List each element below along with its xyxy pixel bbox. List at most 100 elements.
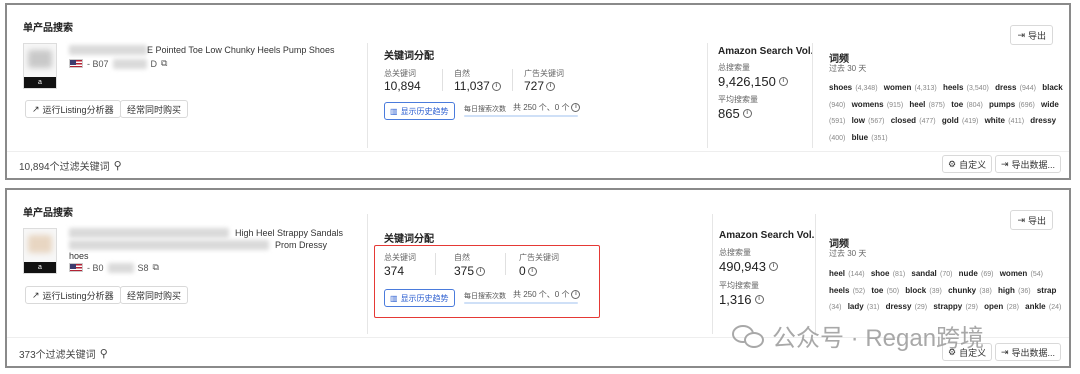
export-button[interactable]: ⇥ 导出 bbox=[1010, 25, 1053, 45]
word-frequency-item: high (36) bbox=[998, 286, 1035, 295]
export-icon: ⇥ bbox=[1001, 346, 1009, 357]
average-search-volume: 865 i bbox=[718, 106, 752, 121]
word-count: (915) bbox=[886, 101, 904, 109]
word-term: gold bbox=[941, 116, 961, 125]
word-term: sandal bbox=[911, 269, 939, 278]
word-frequency-item: heel (875) bbox=[909, 100, 949, 109]
total-keywords-value: 10,894 bbox=[384, 79, 421, 93]
amazon-search-vol-title: Amazon Search Vol. bbox=[718, 46, 814, 57]
average-search-volume: 1,316 i bbox=[719, 292, 764, 307]
word-count: (69) bbox=[981, 271, 994, 278]
word-frequency-item: low (567) bbox=[852, 116, 889, 125]
info-icon[interactable]: i bbox=[778, 77, 788, 86]
word-frequency-item: white (411) bbox=[985, 116, 1029, 125]
info-icon[interactable]: i bbox=[571, 103, 581, 112]
word-frequency-item: chunky (38) bbox=[948, 286, 996, 295]
word-count: (28) bbox=[1006, 304, 1019, 311]
amazon-logo-icon: a bbox=[24, 262, 56, 273]
run-listing-analyzer-button[interactable]: ↗ 运行Listing分析器 bbox=[25, 100, 121, 118]
info-icon[interactable]: i bbox=[476, 266, 486, 276]
product-search-card-2: 单产品搜索 ⇥ 导出 a High Heel Strappy Sandals P… bbox=[5, 188, 1071, 368]
word-count: (411) bbox=[1008, 118, 1025, 125]
info-icon[interactable]: i bbox=[571, 290, 581, 299]
copy-icon[interactable]: ⧉ bbox=[153, 262, 159, 273]
word-term: nude bbox=[958, 269, 981, 278]
word-term: block bbox=[905, 285, 929, 295]
total-search-volume: 490,943 i bbox=[719, 259, 778, 274]
word-frequency-item: sandal (70) bbox=[911, 269, 956, 278]
often-bought-together-button[interactable]: 经常同时购买 bbox=[120, 286, 189, 304]
word-term: shoe bbox=[870, 269, 892, 278]
product-thumbnail[interactable]: a bbox=[23, 228, 57, 274]
ad-keywords-value: 0i bbox=[519, 264, 537, 278]
info-icon[interactable]: i bbox=[546, 81, 556, 91]
export-data-button[interactable]: ⇥ 导出数据... bbox=[995, 155, 1062, 173]
often-bought-together-button[interactable]: 经常同时购买 bbox=[120, 100, 189, 118]
info-icon[interactable]: i bbox=[742, 109, 752, 118]
us-flag-icon bbox=[69, 263, 83, 272]
word-count: (4,313) bbox=[914, 85, 937, 92]
word-term: heels bbox=[829, 285, 852, 295]
export-icon: ⇥ bbox=[1017, 29, 1025, 40]
export-button[interactable]: ⇥ 导出 bbox=[1010, 210, 1053, 230]
word-term: dressy bbox=[1030, 116, 1057, 125]
section-title: 单产品搜索 bbox=[23, 208, 73, 219]
word-frequency-item: women (4,313) bbox=[884, 83, 941, 92]
word-frequency-item: blue (351) bbox=[852, 133, 892, 142]
external-link-icon: ↗ bbox=[32, 289, 40, 300]
word-term: strap bbox=[1036, 285, 1057, 295]
word-frequency-item: women (54) bbox=[1000, 269, 1047, 278]
word-frequency-item: shoe (81) bbox=[871, 269, 909, 278]
word-term: strappy bbox=[933, 302, 965, 311]
word-count: (54) bbox=[1030, 271, 1043, 278]
word-count: (875) bbox=[928, 101, 945, 109]
word-frequency-item: open (28) bbox=[984, 302, 1023, 311]
info-icon[interactable]: i bbox=[527, 266, 537, 276]
word-count: (38) bbox=[979, 287, 992, 295]
filtered-keywords-count: 373个过滤关键词 ⚲ bbox=[19, 347, 108, 361]
export-data-button[interactable]: ⇥ 导出数据... bbox=[995, 343, 1062, 361]
info-icon[interactable]: i bbox=[769, 262, 778, 271]
word-term: dress bbox=[995, 83, 1019, 92]
word-frequency-item: nude (69) bbox=[959, 269, 998, 278]
product-title[interactable]: E Pointed Toe Low Chunky Heels Pump Shoe… bbox=[147, 45, 334, 55]
search-icon[interactable]: ⚲ bbox=[114, 159, 122, 172]
chart-icon: ▥ bbox=[390, 293, 398, 303]
filtered-keywords-count: 10,894个过滤关键词 ⚲ bbox=[19, 159, 122, 173]
run-listing-analyzer-button[interactable]: ↗ 运行Listing分析器 bbox=[25, 286, 121, 304]
word-term: open bbox=[984, 302, 1006, 311]
word-count: (50) bbox=[886, 287, 900, 295]
search-icon[interactable]: ⚲ bbox=[100, 347, 108, 360]
word-term: black bbox=[1042, 83, 1063, 92]
external-link-icon: ↗ bbox=[32, 103, 40, 114]
word-term: lady bbox=[847, 302, 866, 311]
copy-icon[interactable]: ⧉ bbox=[161, 58, 167, 69]
word-count: (351) bbox=[871, 134, 888, 142]
word-term: toe bbox=[951, 99, 966, 109]
word-count: (36) bbox=[1018, 287, 1031, 295]
word-term: dressy bbox=[885, 302, 914, 311]
word-frequency-item: ankle (24) bbox=[1025, 302, 1065, 311]
export-icon: ⇥ bbox=[1001, 158, 1009, 169]
word-term: shoes bbox=[829, 83, 855, 92]
gear-icon: ⚙ bbox=[948, 158, 957, 169]
info-icon[interactable]: i bbox=[754, 295, 764, 304]
word-term: low bbox=[851, 116, 868, 125]
word-frequency-item: womens (915) bbox=[852, 100, 908, 109]
info-icon[interactable]: i bbox=[491, 81, 501, 91]
word-term: wide bbox=[1041, 99, 1059, 109]
word-term: chunky bbox=[948, 285, 979, 295]
keyword-distribution-title: 关键词分配 bbox=[384, 234, 434, 245]
wechat-icon bbox=[732, 323, 766, 349]
word-count: (31) bbox=[866, 304, 880, 311]
product-title[interactable]: High Heel Strappy Sandals bbox=[235, 228, 343, 238]
word-count: (591) bbox=[829, 118, 846, 125]
us-flag-icon bbox=[69, 59, 83, 68]
show-history-trend-button[interactable]: ▥ 显示历史趋势 bbox=[384, 102, 455, 120]
word-frequency-item: dressy (29) bbox=[886, 302, 931, 311]
word-count: (477) bbox=[919, 118, 936, 125]
customize-button[interactable]: ⚙ 自定义 bbox=[942, 155, 993, 173]
watermark: 公众号 · Regan跨境 bbox=[732, 318, 984, 353]
show-history-trend-button[interactable]: ▥ 显示历史趋势 bbox=[384, 289, 455, 307]
product-thumbnail[interactable]: a bbox=[23, 43, 57, 89]
